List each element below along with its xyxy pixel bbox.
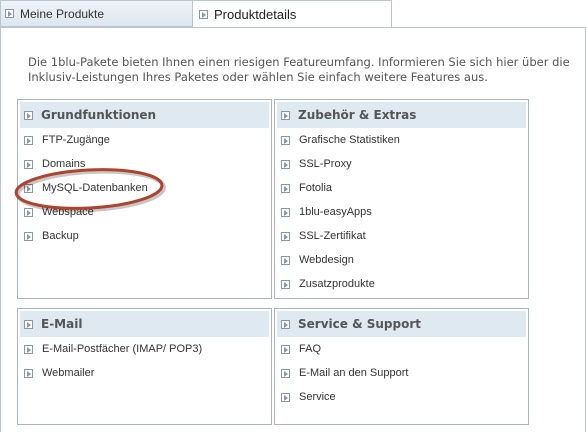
panel-header: Zubehör & Extras	[277, 102, 526, 128]
intro-text: Die 1blu-Pakete bieten Ihnen einen riesi…	[28, 55, 570, 84]
panel-header: Grundfunktionen	[20, 102, 269, 128]
list-item-faq[interactable]: FAQ	[281, 343, 321, 355]
arrow-icon	[281, 231, 290, 241]
arrow-icon	[24, 159, 33, 169]
item-label: MySQL-Datenbanken	[42, 182, 148, 194]
list-item-zusatzprodukte[interactable]: Zusatzprodukte	[281, 278, 375, 290]
list-item-fotolia[interactable]: Fotolia	[281, 182, 332, 194]
item-label: Fotolia	[299, 182, 333, 194]
arrow-icon	[281, 319, 290, 329]
list-item-webdesign[interactable]: Webdesign	[281, 254, 354, 266]
item-label: SSL-Proxy	[299, 158, 352, 170]
tab-produktdetails[interactable]: Produktdetails	[192, 0, 392, 28]
panel-e-mail: E-Mail E-Mail-Postfächer (IMAP/ POP3) We…	[17, 308, 272, 425]
list-item-grafische-statistiken[interactable]: Grafische Statistiken	[281, 134, 400, 146]
item-label: FAQ	[299, 343, 322, 355]
panel-grundfunktionen: Grundfunktionen FTP-Zugänge Domains MySQ…	[17, 99, 272, 299]
list-item-ssl-proxy[interactable]: SSL-Proxy	[281, 158, 352, 170]
list-item-domains[interactable]: Domains	[24, 158, 85, 170]
panel-header: Service & Support	[277, 311, 526, 337]
panel-title: E-Mail	[41, 317, 83, 331]
item-label: 1blu-easyApps	[299, 206, 372, 218]
arrow-icon	[199, 9, 208, 19]
list-item-e-mail-an-den-support[interactable]: E-Mail an den Support	[281, 367, 408, 379]
tab-meine-produkte[interactable]: Meine Produkte	[0, 0, 193, 27]
arrow-icon	[24, 368, 33, 378]
list-item-ftp-zugaenge[interactable]: FTP-Zugänge	[24, 134, 110, 146]
list-item-e-mail-postfaecher[interactable]: E-Mail-Postfächer (IMAP/ POP3)	[24, 343, 202, 355]
item-label: E-Mail an den Support	[299, 367, 409, 379]
arrow-icon	[281, 207, 290, 217]
item-label: FTP-Zugänge	[42, 134, 110, 146]
item-label: Domains	[42, 158, 86, 170]
arrow-icon	[281, 279, 290, 289]
arrow-icon	[24, 319, 33, 329]
arrow-icon	[24, 183, 33, 193]
item-label: Webspace	[42, 206, 94, 218]
panel-title: Grundfunktionen	[41, 108, 157, 122]
arrow-icon	[5, 9, 14, 18]
list-item-backup[interactable]: Backup	[24, 230, 79, 242]
arrow-icon	[281, 255, 290, 265]
list-item-service[interactable]: Service	[281, 391, 336, 403]
tab-label: Meine Produkte	[20, 6, 105, 21]
arrow-icon	[24, 344, 33, 354]
item-label: Webdesign	[299, 254, 354, 266]
list-item-mysql-datenbanken[interactable]: MySQL-Datenbanken	[24, 182, 148, 194]
item-label: E-Mail-Postfächer (IMAP/ POP3)	[42, 343, 203, 355]
panel-service-support: Service & Support FAQ E-Mail an den Supp…	[274, 308, 529, 425]
panel-title: Zubehör & Extras	[298, 108, 417, 122]
arrow-icon	[281, 110, 290, 120]
item-label: Webmailer	[42, 367, 95, 379]
tab-bar: Meine Produkte Produktdetails	[0, 0, 587, 28]
item-label: Zusatzprodukte	[299, 278, 375, 290]
list-item-1blu-easyapps[interactable]: 1blu-easyApps	[281, 206, 372, 218]
arrow-icon	[24, 135, 33, 145]
list-item-ssl-zertifikat[interactable]: SSL-Zertifikat	[281, 230, 366, 242]
arrow-icon	[281, 344, 290, 354]
tab-label: Produktdetails	[214, 6, 297, 22]
panel-header: E-Mail	[20, 311, 269, 337]
item-label: Backup	[42, 230, 79, 242]
arrow-icon	[281, 183, 290, 193]
panel-zubehoer-extras: Zubehör & Extras Grafische Statistiken S…	[274, 99, 529, 299]
list-item-webmailer[interactable]: Webmailer	[24, 367, 94, 379]
arrow-icon	[281, 392, 290, 402]
item-label: Service	[299, 391, 336, 403]
panel-title: Service & Support	[298, 317, 421, 331]
arrow-icon	[24, 231, 33, 241]
arrow-icon	[281, 135, 290, 145]
arrow-icon	[24, 207, 33, 217]
item-label: SSL-Zertifikat	[299, 230, 366, 242]
item-label: Grafische Statistiken	[299, 134, 400, 146]
arrow-icon	[281, 159, 290, 169]
list-item-webspace[interactable]: Webspace	[24, 206, 94, 218]
arrow-icon	[24, 110, 33, 120]
arrow-icon	[281, 368, 290, 378]
